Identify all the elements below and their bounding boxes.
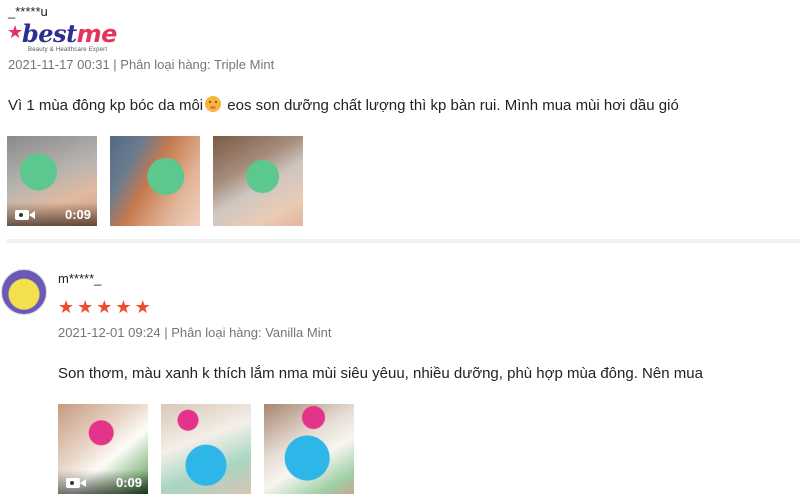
review-image-thumbnail[interactable] (264, 404, 354, 494)
review-image-thumbnail[interactable] (161, 404, 251, 494)
review-image-thumbnail[interactable] (110, 136, 200, 226)
video-camera-icon (66, 478, 86, 488)
star-icon: ★ (134, 297, 151, 317)
review-video-thumbnail[interactable]: 0:09 (7, 136, 97, 226)
review-text: Son thơm, màu xanh k thích lắm nma mùi s… (58, 365, 703, 382)
review-item: _*****u ★ bestme Beauty & Healthcare Exp… (0, 0, 800, 243)
logo-wordmark: bestme (22, 19, 117, 48)
shop-logo: ★ bestme Beauty & Healthcare Expert (7, 19, 138, 59)
review-meta: 2021-11-17 00:31 | Phân loại hàng: Tripl… (8, 57, 275, 72)
reviewer-avatar[interactable] (1, 269, 47, 315)
logo-tagline: Beauty & Healthcare Expert (28, 47, 108, 53)
star-icon: ★ (58, 297, 75, 317)
review-meta: 2021-12-01 09:24 | Phân loại hàng: Vanil… (58, 325, 332, 340)
review-media: 0:09 (58, 404, 354, 494)
review-divider (7, 239, 800, 243)
review-item: m*****_ ★ ★ ★ ★ ★ 2021-12-01 09:24 | Phâ… (0, 262, 800, 500)
star-icon: ★ (77, 297, 94, 317)
reviewer-username: m*****_ (58, 271, 102, 286)
video-duration: 0:09 (64, 207, 91, 222)
video-camera-icon (15, 210, 35, 220)
review-text: Vì 1 mùa đông kp bóc da môi eos son dưỡn… (8, 96, 679, 114)
review-media: 0:09 (7, 136, 303, 226)
review-video-thumbnail[interactable]: 0:09 (58, 404, 148, 494)
star-icon: ★ (115, 297, 132, 317)
star-icon: ★ (96, 297, 113, 317)
reviewer-username: _*****u (8, 4, 48, 19)
review-image-thumbnail[interactable] (213, 136, 303, 226)
video-duration: 0:09 (115, 475, 142, 490)
emoji-icon (205, 96, 222, 112)
rating-stars: ★ ★ ★ ★ ★ (58, 298, 151, 316)
